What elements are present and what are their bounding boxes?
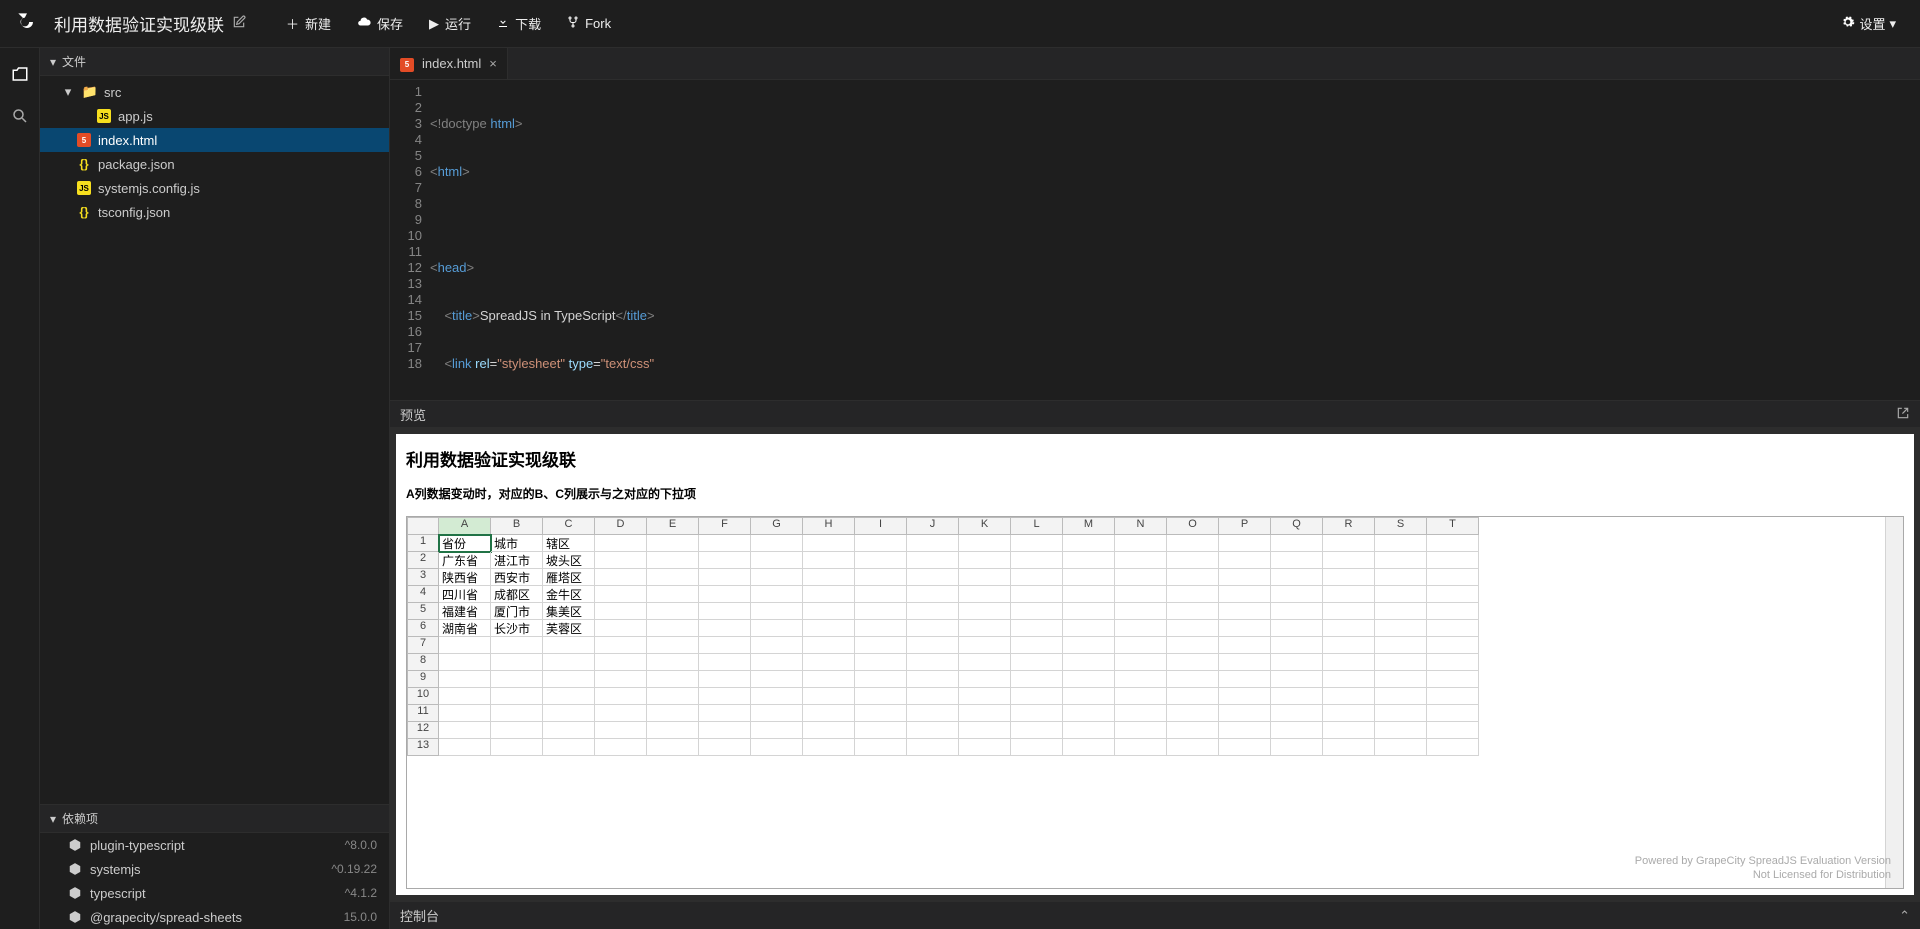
console-title: 控制台	[400, 906, 439, 925]
tab-index-html[interactable]: 5 index.html ×	[390, 48, 508, 79]
download-icon	[497, 16, 509, 31]
dep-item[interactable]: @grapecity/spread-sheets15.0.0	[40, 905, 389, 929]
top-actions: ＋新建 保存 ▶运行 下载 Fork	[276, 8, 621, 39]
dep-item[interactable]: systemjs^0.19.22	[40, 857, 389, 881]
file-index-html[interactable]: 5 index.html	[40, 128, 389, 152]
js-file-icon: JS	[76, 181, 92, 195]
code-editor[interactable]: 123456789101112131415161718 <!doctype ht…	[390, 80, 1920, 400]
chevron-down-icon: ▾	[50, 55, 56, 69]
preview-h4: 利用数据验证实现级联	[406, 446, 1904, 471]
chevron-down-icon: ▾	[60, 84, 76, 100]
close-icon[interactable]: ×	[489, 56, 497, 71]
activitybar	[0, 48, 40, 929]
logo-icon	[14, 9, 40, 38]
play-icon: ▶	[429, 16, 439, 32]
file-systemjs-config[interactable]: JS systemjs.config.js	[40, 176, 389, 200]
edit-title-icon[interactable]	[232, 15, 246, 32]
cloud-save-icon	[357, 15, 371, 32]
watermark: Powered by GrapeCity SpreadJS Evaluation…	[1635, 854, 1891, 882]
json-file-icon: {}	[76, 157, 92, 171]
preview-h6: A列数据变动时，对应的B、C列展示与之对应的下拉项	[406, 485, 1904, 502]
settings-button[interactable]: 设置 ▾	[1831, 8, 1906, 39]
editor-area: 5 index.html × 1234567891011121314151617…	[390, 48, 1920, 929]
html-file-icon: 5	[76, 133, 92, 147]
editor-tabs: 5 index.html ×	[390, 48, 1920, 80]
file-tree: ▾ 📁 src JS app.js 5 index.html {} packag…	[40, 76, 389, 228]
topbar: 利用数据验证实现级联 ＋新建 保存 ▶运行 下载 Fork 设置 ▾	[0, 0, 1920, 48]
file-package-json[interactable]: {} package.json	[40, 152, 389, 176]
save-button[interactable]: 保存	[347, 8, 413, 39]
search-icon[interactable]	[4, 100, 36, 132]
html-file-icon: 5	[400, 55, 414, 72]
file-app-js[interactable]: JS app.js	[40, 104, 389, 128]
dep-item[interactable]: typescript^4.1.2	[40, 881, 389, 905]
folder-src[interactable]: ▾ 📁 src	[40, 80, 389, 104]
console-bar[interactable]: 控制台 ⌃	[390, 901, 1920, 929]
fork-icon	[567, 16, 579, 31]
vertical-scrollbar[interactable]	[1885, 517, 1903, 888]
deps-panel-header[interactable]: ▾ 依赖项	[40, 805, 389, 833]
file-tsconfig[interactable]: {} tsconfig.json	[40, 200, 389, 224]
chevron-down-icon: ▾	[1889, 16, 1896, 32]
files-panel-header[interactable]: ▾ 文件	[40, 48, 389, 76]
gear-icon	[1841, 15, 1855, 32]
preview-body: 利用数据验证实现级联 A列数据变动时，对应的B、C列展示与之对应的下拉项 ABC…	[390, 428, 1920, 901]
chevron-down-icon: ▾	[50, 812, 56, 826]
preview-content: 利用数据验证实现级联 A列数据变动时，对应的B、C列展示与之对应的下拉项 ABC…	[396, 434, 1914, 895]
preview-header: 预览	[390, 400, 1920, 428]
json-file-icon: {}	[76, 205, 92, 219]
code-content: <!doctype html> <html> <head> <title>Spr…	[430, 80, 1002, 400]
chevron-up-icon[interactable]: ⌃	[1899, 908, 1910, 924]
project-title: 利用数据验证实现级联	[54, 11, 224, 36]
deps-section: ▾ 依赖项 plugin-typescript^8.0.0systemjs^0.…	[40, 804, 389, 929]
folder-icon: 📁	[82, 84, 98, 100]
plus-icon: ＋	[286, 14, 299, 33]
js-file-icon: JS	[96, 109, 112, 123]
dep-item[interactable]: plugin-typescript^8.0.0	[40, 833, 389, 857]
download-button[interactable]: 下载	[487, 8, 551, 39]
preview-title: 预览	[400, 405, 426, 424]
sidebar: ▾ 文件 ▾ 📁 src JS app.js 5 index.html {} p…	[40, 48, 390, 929]
fork-button[interactable]: Fork	[557, 10, 621, 37]
spreadsheet[interactable]: ABCDEFGHIJKLMNOPQRST1省份城市辖区2广东省湛江市坡头区3陕西…	[406, 516, 1904, 889]
run-button[interactable]: ▶运行	[419, 8, 481, 39]
popout-icon[interactable]	[1896, 406, 1910, 423]
explorer-icon[interactable]	[4, 58, 36, 90]
new-button[interactable]: ＋新建	[276, 8, 341, 39]
line-gutter: 123456789101112131415161718	[390, 80, 430, 400]
